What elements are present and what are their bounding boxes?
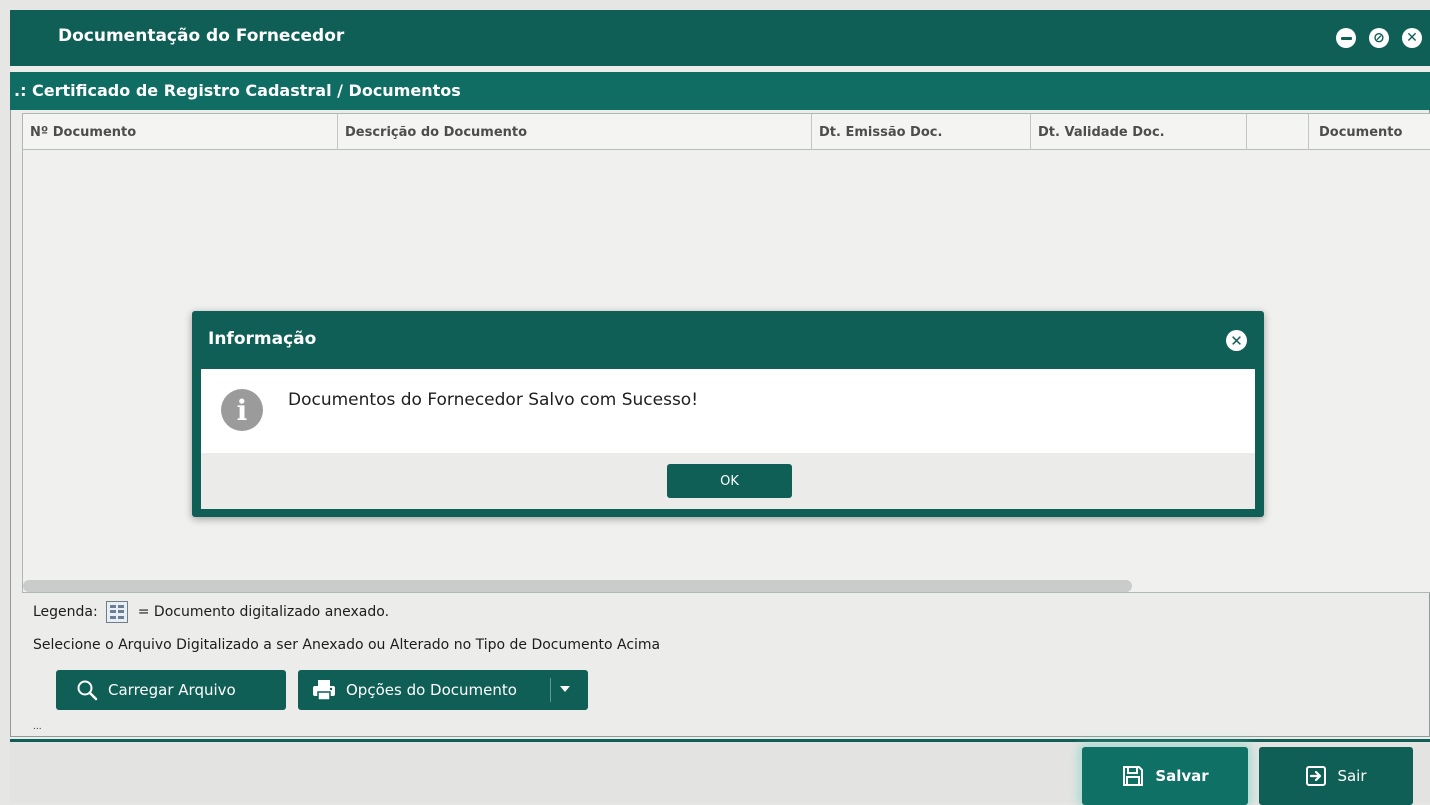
dialog-title: Informação: [208, 329, 317, 349]
resize-dots: ...: [33, 722, 42, 732]
legend-text: = Documento digitalizado anexado.: [137, 604, 390, 620]
column-header-blank[interactable]: [1247, 114, 1309, 150]
save-icon: [1121, 764, 1145, 788]
column-header-numero[interactable]: Nº Documento: [23, 114, 338, 150]
dialog-body: i Documentos do Fornecedor Salvo com Suc…: [201, 369, 1255, 453]
close-window-icon[interactable]: ✕: [1402, 28, 1422, 48]
salvar-button[interactable]: Salvar: [1082, 747, 1248, 805]
info-icon: i: [221, 389, 263, 431]
grid-header: Nº Documento Descrição do Documento Dt. …: [23, 114, 1430, 150]
column-header-emissao[interactable]: Dt. Emissão Doc.: [812, 114, 1031, 150]
sair-button[interactable]: Sair: [1259, 747, 1413, 805]
section-title: .: Certificado de Registro Cadastral / D…: [14, 81, 461, 100]
minimize-icon[interactable]: [1336, 28, 1356, 48]
dialog-message: Documentos do Fornecedor Salvo com Suces…: [288, 390, 699, 410]
ok-button[interactable]: OK: [667, 464, 792, 498]
scanned-document-icon: [105, 601, 128, 623]
column-header-documento[interactable]: Documento: [1309, 114, 1430, 150]
maximize-icon[interactable]: ⊘: [1369, 28, 1389, 48]
info-dialog: Informação ✕ i Documentos do Fornecedor …: [192, 311, 1264, 517]
exit-icon: [1305, 765, 1327, 787]
carregar-arquivo-label: Carregar Arquivo: [108, 681, 236, 699]
search-icon: [76, 679, 98, 701]
legend-label: Legenda:: [33, 604, 98, 620]
sair-label: Sair: [1337, 767, 1367, 785]
dialog-footer: OK: [201, 453, 1255, 509]
footer-bar: Salvar Sair: [10, 739, 1430, 805]
title-bar: Documentação do Fornecedor ⊘ ✕: [10, 10, 1430, 66]
legend: Legenda: = Documento digitalizado anexad…: [33, 600, 389, 624]
close-dialog-icon[interactable]: ✕: [1226, 330, 1247, 351]
salvar-label: Salvar: [1155, 767, 1209, 785]
instruction-text: Selecione o Arquivo Digitalizado a ser A…: [33, 637, 661, 653]
printer-icon: [312, 679, 336, 701]
chevron-down-icon[interactable]: [560, 686, 570, 692]
window-title: Documentação do Fornecedor: [58, 26, 345, 46]
opcoes-documento-label: Opções do Documento: [346, 681, 517, 699]
column-header-descricao[interactable]: Descrição do Documento: [338, 114, 812, 150]
carregar-arquivo-button[interactable]: Carregar Arquivo: [56, 670, 286, 710]
split-separator: [550, 678, 551, 702]
column-header-validade[interactable]: Dt. Validade Doc.: [1031, 114, 1247, 150]
opcoes-documento-button[interactable]: Opções do Documento: [298, 670, 588, 710]
section-header: .: Certificado de Registro Cadastral / D…: [10, 72, 1430, 110]
horizontal-scrollbar[interactable]: [23, 580, 1132, 592]
